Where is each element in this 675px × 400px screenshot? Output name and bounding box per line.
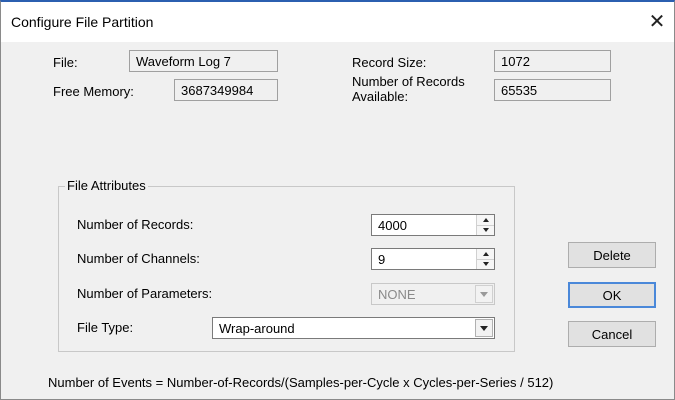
record-size-label: Record Size:	[352, 55, 427, 70]
record-size-field: 1072	[494, 50, 611, 72]
records-available-value: 65535	[501, 83, 538, 98]
file-name-field: Waveform Log 7	[129, 50, 278, 72]
file-type-label: File Type:	[77, 320, 134, 335]
num-parameters-label: Number of Parameters:	[77, 286, 213, 301]
num-records-spinner[interactable]: 4000	[371, 214, 495, 236]
dialog-content: File: Waveform Log 7 Free Memory: 368734…	[1, 42, 674, 399]
dialog-title: Configure File Partition	[11, 14, 154, 30]
num-channels-label: Number of Channels:	[77, 251, 200, 266]
file-name-value: Waveform Log 7	[136, 54, 231, 69]
num-parameters-dropdown[interactable]: NONE	[371, 283, 495, 305]
free-memory-label: Free Memory:	[53, 84, 134, 99]
chevron-down-icon[interactable]	[475, 319, 493, 337]
configure-file-partition-dialog: Configure File Partition ✕ File: Wavefor…	[0, 0, 675, 400]
num-records-spin-buttons	[476, 215, 494, 235]
records-available-label-line1: Number of Records	[352, 74, 465, 89]
num-records-value: 4000	[378, 218, 407, 233]
spin-down-icon[interactable]	[477, 225, 494, 235]
free-memory-field: 3687349984	[174, 79, 278, 101]
chevron-down-icon	[475, 285, 493, 303]
num-records-label: Number of Records:	[77, 217, 194, 232]
records-available-field: 65535	[494, 79, 611, 101]
record-size-value: 1072	[501, 54, 530, 69]
cancel-button[interactable]: Cancel	[568, 321, 656, 347]
records-available-label-line2: Available:	[352, 89, 409, 104]
events-formula-text: Number of Events = Number-of-Records/(Sa…	[48, 375, 554, 390]
close-icon[interactable]: ✕	[644, 8, 670, 36]
file-type-value: Wrap-around	[219, 321, 295, 336]
num-channels-spin-buttons	[476, 249, 494, 269]
free-memory-value: 3687349984	[181, 83, 254, 98]
file-attributes-legend: File Attributes	[65, 178, 148, 193]
num-channels-value: 9	[378, 252, 386, 267]
num-parameters-value: NONE	[378, 287, 416, 302]
ok-button[interactable]: OK	[568, 282, 656, 308]
file-type-dropdown[interactable]: Wrap-around	[212, 317, 495, 339]
records-available-label: Number of Records Available:	[352, 74, 465, 104]
file-label: File:	[53, 55, 78, 70]
delete-button[interactable]: Delete	[568, 242, 656, 268]
num-channels-spinner[interactable]: 9	[371, 248, 495, 270]
title-bar: Configure File Partition ✕	[1, 2, 674, 42]
spin-down-icon[interactable]	[477, 259, 494, 269]
